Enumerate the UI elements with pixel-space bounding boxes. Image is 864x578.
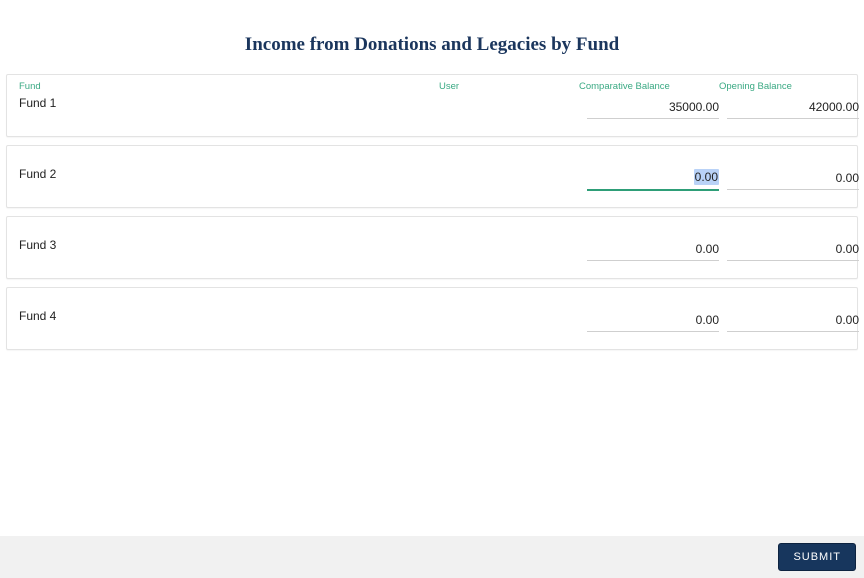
- comparative-input[interactable]: [587, 165, 719, 191]
- submit-button[interactable]: SUBMIT: [778, 543, 856, 571]
- fund-name: Fund 1: [19, 94, 439, 110]
- fund-name: Fund 2: [19, 165, 439, 181]
- fund-rows: Fund Fund 1 User Comparative Balance Ope…: [0, 74, 864, 350]
- header-fund: Fund: [19, 81, 439, 94]
- header-user: User: [439, 81, 579, 94]
- fund-name: Fund 4: [19, 307, 439, 323]
- fund-row: Fund Fund 3 User Comparative Balance Ope…: [6, 216, 858, 279]
- header-opening: Opening Balance: [719, 81, 859, 94]
- opening-input[interactable]: [727, 307, 859, 332]
- fund-row: Fund Fund 4 User Comparative Balance Ope…: [6, 287, 858, 350]
- comparative-input[interactable]: [587, 307, 719, 332]
- fund-row: Fund Fund 1 User Comparative Balance Ope…: [6, 74, 858, 137]
- opening-input[interactable]: [727, 94, 859, 119]
- header-comparative: Comparative Balance: [579, 81, 719, 94]
- fund-row: Fund Fund 2 User Comparative Balance 0.0…: [6, 145, 858, 208]
- opening-input[interactable]: [727, 236, 859, 261]
- comparative-input[interactable]: [587, 94, 719, 119]
- footer-bar: SUBMIT: [0, 536, 864, 578]
- fund-name: Fund 3: [19, 236, 439, 252]
- comparative-input[interactable]: [587, 236, 719, 261]
- page-title: Income from Donations and Legacies by Fu…: [0, 0, 864, 74]
- opening-input[interactable]: [727, 165, 859, 190]
